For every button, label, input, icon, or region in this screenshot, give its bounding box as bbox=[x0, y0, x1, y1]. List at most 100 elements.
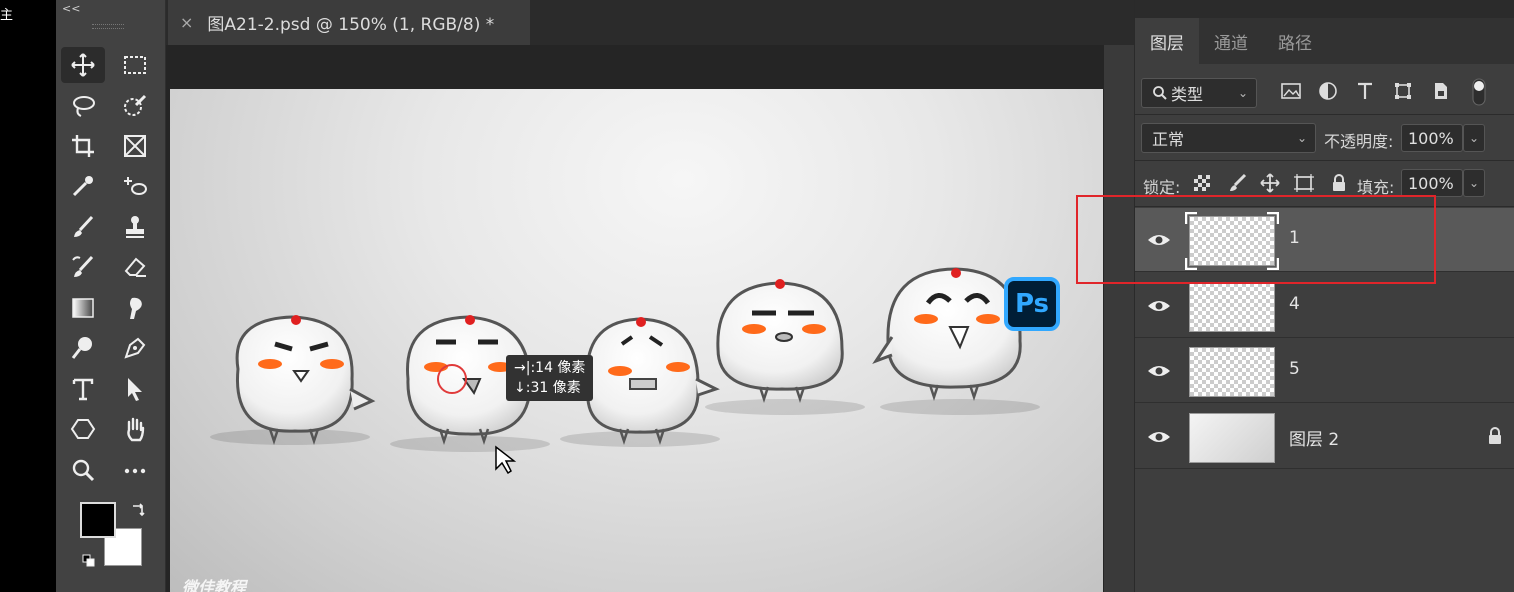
layers-panel: 图层 通道 路径 类型 ⌄ 正常 ⌄ 不透明度: 100% ⌄ 锁定: 填充: bbox=[1134, 0, 1514, 592]
layer-lock-icon[interactable] bbox=[1487, 427, 1503, 445]
history-brush-icon bbox=[72, 255, 94, 277]
close-tab-icon[interactable]: × bbox=[180, 13, 193, 32]
smudge-icon bbox=[130, 297, 142, 319]
canvas[interactable]: →|:14 像素 ↓:31 像素 Ps 微佳教程 bbox=[170, 89, 1103, 592]
gradient-tool[interactable] bbox=[61, 290, 105, 326]
mascot-character-4 bbox=[705, 279, 865, 415]
lock-position-icon[interactable] bbox=[1259, 172, 1281, 194]
fill-dropdown[interactable]: ⌄ bbox=[1463, 169, 1485, 197]
search-icon bbox=[1153, 86, 1167, 100]
lock-artboard-icon[interactable] bbox=[1293, 172, 1315, 194]
eraser-tool[interactable] bbox=[113, 249, 157, 285]
swap-colors-icon[interactable] bbox=[130, 502, 146, 518]
layer-thumbnail bbox=[1189, 347, 1275, 397]
document-workspace: →|:14 像素 ↓:31 像素 Ps 微佳教程 bbox=[166, 45, 1134, 592]
lock-all-icon[interactable] bbox=[1328, 172, 1350, 194]
history-brush-tool[interactable] bbox=[61, 249, 105, 285]
stamp-tool[interactable] bbox=[113, 209, 157, 245]
left-strip: 主 bbox=[0, 0, 56, 592]
document-title: 图A21-2.psd @ 150% (1, RGB/8) * bbox=[207, 15, 495, 35]
smudge-tool[interactable] bbox=[113, 290, 157, 326]
opacity-input[interactable]: 100% bbox=[1401, 124, 1463, 152]
panel-tabs: 图层 通道 路径 bbox=[1135, 18, 1514, 64]
eraser-icon bbox=[124, 257, 146, 277]
ellipsis-icon bbox=[124, 468, 146, 474]
layer-thumbnail bbox=[1189, 413, 1275, 463]
lock-pixels-icon[interactable] bbox=[1226, 172, 1248, 194]
document-tab[interactable]: × 图A21-2.psd @ 150% (1, RGB/8) * bbox=[168, 0, 530, 45]
foreground-color-swatch[interactable] bbox=[80, 502, 116, 538]
tooltip-vertical: ↓:31 像素 bbox=[514, 380, 581, 396]
canvas-artwork bbox=[210, 267, 1040, 475]
image-filter-icon[interactable] bbox=[1280, 80, 1302, 102]
type-tool[interactable] bbox=[61, 371, 105, 407]
highlight-annotation-box bbox=[1076, 195, 1436, 284]
tab-channels[interactable]: 通道 bbox=[1199, 18, 1263, 64]
quick-select-icon bbox=[124, 94, 147, 116]
document-tab-bar: × 图A21-2.psd @ 150% (1, RGB/8) * bbox=[166, 0, 1134, 45]
tab-layers[interactable]: 图层 bbox=[1135, 18, 1199, 64]
stamp-icon bbox=[126, 216, 144, 238]
mascot-character-1 bbox=[210, 315, 376, 445]
hexagon-icon bbox=[70, 419, 96, 439]
marquee-tool[interactable] bbox=[113, 47, 157, 83]
shape-tool[interactable] bbox=[61, 411, 105, 447]
layer-row-5[interactable]: 5 bbox=[1135, 339, 1514, 403]
default-colors-icon[interactable] bbox=[82, 554, 96, 568]
watermark: 微佳教程 bbox=[182, 578, 247, 592]
marquee-icon bbox=[124, 56, 146, 74]
toolbar-grip[interactable] bbox=[92, 24, 124, 29]
frame-tool[interactable] bbox=[113, 128, 157, 164]
crop-icon bbox=[72, 135, 94, 157]
quick-select-tool[interactable] bbox=[113, 88, 157, 124]
gradient-icon bbox=[72, 298, 94, 318]
filter-toggle[interactable] bbox=[1471, 78, 1487, 106]
shape-filter-icon[interactable] bbox=[1392, 80, 1414, 102]
brush-icon bbox=[74, 215, 94, 237]
arrow-icon bbox=[128, 378, 142, 401]
move-tool[interactable] bbox=[61, 47, 105, 83]
crop-tool[interactable] bbox=[61, 128, 105, 164]
frame-icon bbox=[124, 135, 146, 157]
blend-mode-value: 正常 bbox=[1152, 130, 1185, 149]
lasso-tool[interactable] bbox=[61, 88, 105, 124]
zoom-tool[interactable] bbox=[61, 452, 105, 488]
spot-heal-tool[interactable] bbox=[113, 168, 157, 204]
fill-input[interactable]: 100% bbox=[1401, 169, 1463, 197]
opacity-dropdown[interactable]: ⌄ bbox=[1463, 124, 1485, 152]
hand-icon bbox=[127, 417, 145, 442]
lock-transparency-icon[interactable] bbox=[1191, 172, 1213, 194]
tooltip-horizontal: →|:14 像素 bbox=[514, 360, 586, 376]
eye-icon[interactable] bbox=[1147, 296, 1171, 316]
type-filter-icon[interactable] bbox=[1354, 80, 1376, 102]
brush-tool[interactable] bbox=[61, 209, 105, 245]
move-icon bbox=[71, 53, 95, 77]
smart-object-filter-icon[interactable] bbox=[1430, 80, 1452, 102]
eye-icon[interactable] bbox=[1147, 427, 1171, 447]
tools-panel: << bbox=[56, 0, 166, 592]
left-strip-text: 主 bbox=[0, 8, 14, 23]
path-select-tool[interactable] bbox=[113, 371, 157, 407]
tab-paths[interactable]: 路径 bbox=[1263, 18, 1327, 64]
dodge-tool[interactable] bbox=[61, 330, 105, 366]
photoshop-window: 主 << × 图A21-2.psd @ 150% (1, RGB/8) * →|… bbox=[0, 0, 1514, 592]
collapse-toolbar-icon[interactable]: << bbox=[62, 2, 80, 15]
dodge-icon bbox=[71, 337, 92, 359]
eyedropper-tool[interactable] bbox=[61, 168, 105, 204]
opacity-label: 不透明度: bbox=[1324, 132, 1394, 151]
pen-tool[interactable] bbox=[113, 330, 157, 366]
more-tools[interactable] bbox=[113, 452, 157, 488]
lasso-icon bbox=[73, 96, 95, 117]
blend-mode-select[interactable]: 正常 ⌄ bbox=[1141, 123, 1316, 153]
hand-tool[interactable] bbox=[113, 411, 157, 447]
measure-tooltip: →|:14 像素 ↓:31 像素 bbox=[506, 355, 594, 401]
layer-row-2[interactable]: 图层 2 bbox=[1135, 405, 1514, 469]
layer-filter-select[interactable]: 类型 ⌄ bbox=[1141, 78, 1257, 108]
adjustment-filter-icon[interactable] bbox=[1317, 80, 1339, 102]
ps-logo: Ps bbox=[1004, 277, 1060, 331]
eye-icon[interactable] bbox=[1147, 361, 1171, 381]
spot-heal-icon bbox=[124, 177, 147, 195]
chevron-down-icon: ⌄ bbox=[1296, 131, 1307, 145]
vertical-scrollbar[interactable] bbox=[1104, 45, 1134, 592]
layer-name: 4 bbox=[1289, 294, 1300, 314]
